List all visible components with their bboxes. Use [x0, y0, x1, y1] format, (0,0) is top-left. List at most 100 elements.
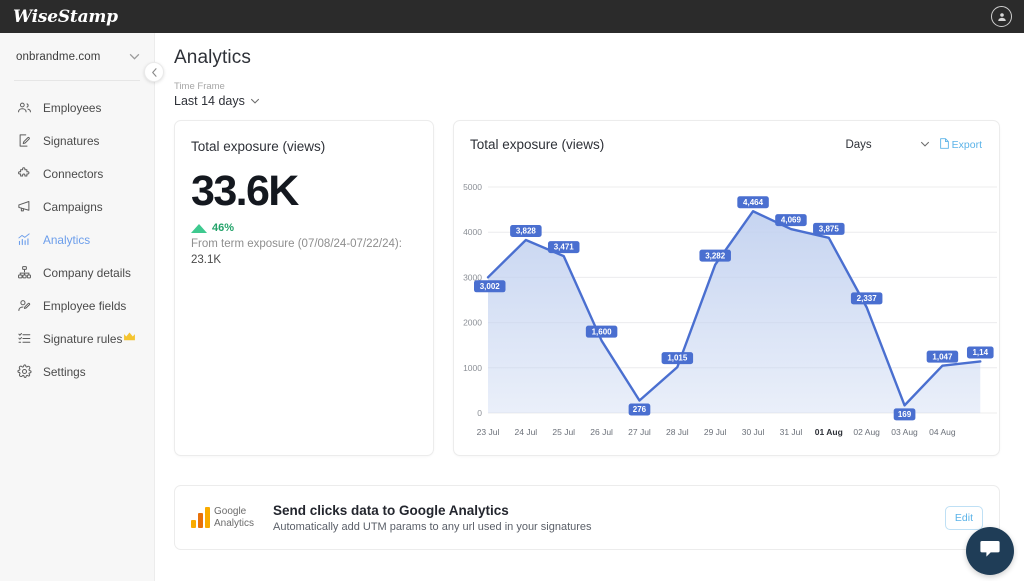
kpi-comparison-text: From term exposure (07/08/24-07/22/24):	[191, 238, 402, 250]
sidebar-item-signatures[interactable]: Signatures	[0, 124, 154, 157]
sidebar-item-connectors[interactable]: Connectors	[0, 157, 154, 190]
svg-text:4,464: 4,464	[743, 198, 764, 207]
chevron-down-icon[interactable]	[920, 139, 930, 150]
sidebar-item-settings[interactable]: Settings	[0, 355, 154, 388]
svg-text:28 Jul: 28 Jul	[666, 427, 689, 437]
svg-text:04 Aug: 04 Aug	[929, 427, 956, 437]
kpi-delta-percent: 46%	[212, 222, 235, 234]
ga-card-subtitle: Automatically add UTM params to any url …	[273, 520, 592, 533]
kpi-delta: 46%	[191, 222, 417, 234]
chart-title: Total exposure (views)	[470, 137, 605, 152]
user-edit-icon	[16, 298, 32, 314]
kpi-comparison-value: 23.1K	[191, 253, 222, 266]
svg-text:4000: 4000	[463, 227, 482, 237]
svg-text:169: 169	[898, 410, 912, 419]
svg-text:03 Aug: 03 Aug	[891, 427, 918, 437]
org-chart-icon	[16, 265, 32, 281]
svg-text:3,828: 3,828	[516, 227, 537, 236]
ga-logo-line1: Google	[214, 506, 247, 517]
export-label: Export	[951, 138, 982, 151]
triangle-up-icon	[191, 223, 207, 233]
time-frame-value: Last 14 days	[174, 94, 245, 108]
main-content: Analytics Time Frame Last 14 days Total …	[155, 33, 1024, 581]
svg-text:2,337: 2,337	[857, 294, 878, 303]
svg-text:3,282: 3,282	[705, 251, 726, 260]
svg-text:1,047: 1,047	[932, 352, 953, 361]
ga-logo-line2: Analytics	[214, 517, 255, 529]
signature-icon	[16, 133, 32, 149]
granularity-selector[interactable]: Days	[845, 139, 871, 151]
svg-text:5000: 5000	[463, 182, 482, 192]
sidebar-item-label: Signature rules	[43, 331, 123, 346]
svg-text:27 Jul: 27 Jul	[628, 427, 651, 437]
sidebar-item-campaigns[interactable]: Campaigns	[0, 190, 154, 223]
sidebar-item-label: Connectors	[43, 166, 104, 181]
puzzle-icon	[16, 166, 32, 182]
page-title: Analytics	[174, 47, 251, 68]
ga-edit-button[interactable]: Edit	[944, 505, 983, 530]
sidebar-item-label: Employee fields	[43, 298, 127, 313]
svg-text:24 Jul: 24 Jul	[515, 427, 538, 437]
sidebar-item-label: Company details	[43, 265, 131, 280]
sidebar: onbrandme.com Employees Signatures Conne…	[0, 33, 155, 581]
svg-text:31 Jul: 31 Jul	[780, 427, 803, 437]
wisestamp-logo[interactable]: WiseStamp	[13, 7, 118, 27]
google-analytics-bars-icon	[191, 507, 210, 528]
sidebar-item-signature-rules[interactable]: Signature rules	[0, 322, 154, 355]
megaphone-icon	[16, 199, 32, 215]
sidebar-item-employee-fields[interactable]: Employee fields	[0, 289, 154, 322]
kpi-value: 33.6K	[191, 167, 299, 215]
list-rules-icon	[16, 331, 32, 347]
gear-icon	[16, 364, 32, 380]
google-analytics-texts: Send clicks data to Google Analytics Aut…	[273, 503, 592, 533]
app-root: WiseStamp onbrandme.com Employees Signat…	[0, 0, 1024, 581]
sidebar-item-employees[interactable]: Employees	[0, 91, 154, 124]
svg-text:4,069: 4,069	[781, 216, 802, 225]
kpi-comparison: From term exposure (07/08/24-07/22/24): …	[191, 237, 417, 268]
google-analytics-wordmark: Google Analytics	[214, 506, 254, 529]
export-button[interactable]: Export	[939, 137, 982, 152]
sidebar-item-label: Analytics	[43, 232, 91, 247]
svg-text:29 Jul: 29 Jul	[704, 427, 727, 437]
domain-selector[interactable]: onbrandme.com	[0, 39, 154, 75]
analytics-icon	[16, 232, 32, 248]
sidebar-item-label: Signatures	[43, 133, 100, 148]
crown-icon	[123, 331, 136, 345]
sidebar-item-label: Employees	[43, 100, 102, 115]
svg-text:3,471: 3,471	[554, 243, 575, 252]
total-exposure-kpi-card: Total exposure (views) 33.6K 46% From te…	[174, 120, 434, 456]
sidebar-divider	[14, 80, 140, 81]
svg-text:26 Jul: 26 Jul	[590, 427, 613, 437]
svg-text:30 Jul: 30 Jul	[742, 427, 765, 437]
chat-bubble-icon	[978, 537, 1002, 566]
svg-text:2000: 2000	[463, 318, 482, 328]
exposure-area-chart: 01000200030004000500023 Jul 24 Jul 25 Jul 2…	[463, 182, 997, 437]
svg-text:1,600: 1,600	[592, 327, 613, 336]
chevron-down-icon	[250, 96, 260, 107]
people-icon	[16, 100, 32, 116]
total-exposure-chart-card: Total exposure (views) Days Export 0 100…	[453, 120, 1000, 456]
domain-name: onbrandme.com	[16, 51, 101, 63]
svg-text:23 Jul: 23 Jul	[477, 427, 500, 437]
chat-support-button[interactable]	[966, 527, 1014, 575]
sidebar-item-label: Campaigns	[43, 199, 103, 214]
svg-text:01 Aug: 01 Aug	[815, 427, 843, 437]
google-analytics-logo: Google Analytics	[191, 506, 265, 529]
file-export-icon	[939, 137, 949, 152]
google-analytics-card: Google Analytics Send clicks data to Goo…	[174, 485, 1000, 550]
analytics-cards-row: Total exposure (views) 33.6K 46% From te…	[174, 120, 1000, 456]
user-account-icon[interactable]	[991, 6, 1012, 27]
sidebar-item-company-details[interactable]: Company details	[0, 256, 154, 289]
time-frame-label: Time Frame	[174, 81, 225, 92]
svg-text:1000: 1000	[463, 363, 482, 373]
chart-header: Total exposure (views) Days Export	[454, 121, 999, 152]
time-frame-selector[interactable]: Last 14 days	[174, 94, 260, 108]
ga-card-title: Send clicks data to Google Analytics	[273, 502, 509, 518]
sidebar-collapse-button[interactable]	[144, 62, 164, 82]
sidebar-item-analytics[interactable]: Analytics	[0, 223, 154, 256]
sidebar-item-label: Settings	[43, 364, 86, 379]
svg-text:02 Aug: 02 Aug	[853, 427, 880, 437]
svg-text:3,875: 3,875	[819, 224, 840, 233]
svg-text:3,002: 3,002	[480, 282, 501, 291]
top-bar: WiseStamp	[0, 0, 1024, 33]
